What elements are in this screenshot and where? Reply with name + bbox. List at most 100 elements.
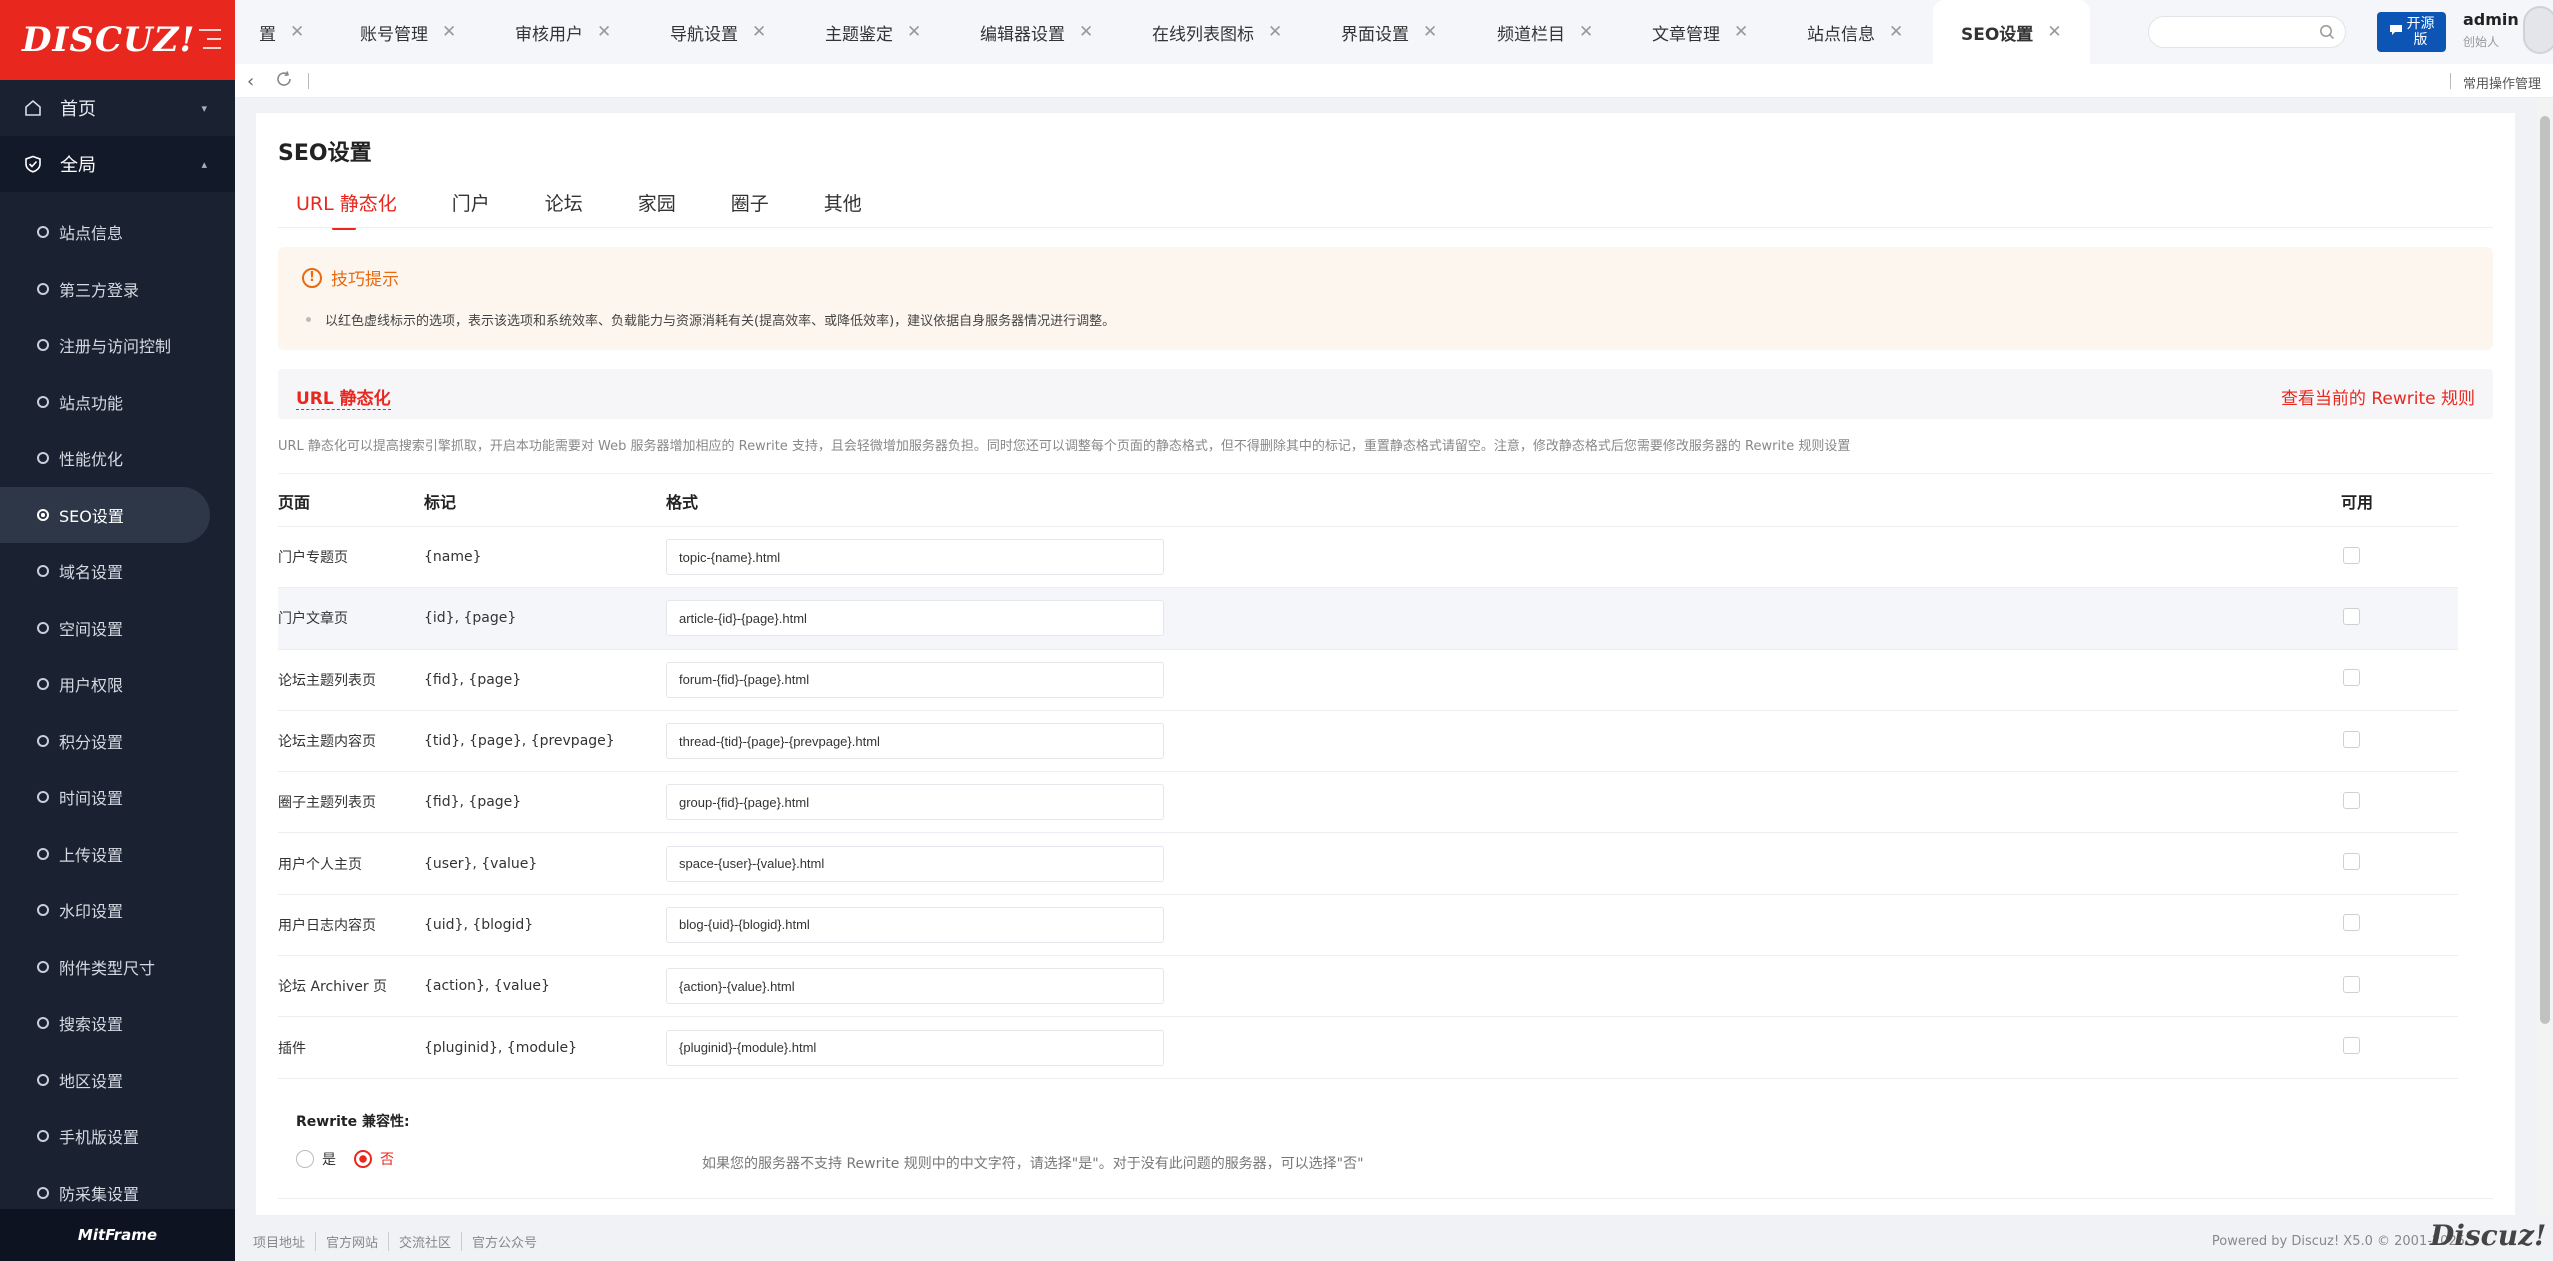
sidebar-item-search[interactable]: 搜索设置 (0, 995, 235, 1052)
subtab-other[interactable]: 其他 (824, 189, 862, 230)
enabled-checkbox[interactable] (2343, 975, 2360, 993)
sidebar-item-region[interactable]: 地区设置 (0, 1052, 235, 1109)
subtab-home[interactable]: 家园 (638, 189, 676, 230)
subtab-url-static[interactable]: URL 静态化 (296, 189, 397, 230)
open-source-button[interactable]: 开源版 (2377, 12, 2446, 52)
view-rewrite-rules-link[interactable]: 查看当前的 Rewrite 规则 (2281, 384, 2475, 409)
shortcut-management-link[interactable]: 常用操作管理 (2463, 73, 2541, 92)
close-icon[interactable]: ✕ (597, 22, 611, 42)
sidebar-item-time[interactable]: 时间设置 (0, 769, 235, 826)
row-page: 用户个人主页 (278, 856, 362, 873)
search-input[interactable] (2149, 17, 2309, 47)
menu-toggle-icon[interactable] (199, 29, 221, 49)
format-input[interactable] (666, 723, 1164, 760)
close-icon[interactable]: ✕ (1079, 22, 1093, 42)
close-icon[interactable]: ✕ (442, 22, 456, 42)
format-input[interactable] (666, 845, 1164, 882)
tab-article-management[interactable]: 文章管理 ✕ (1652, 0, 1748, 64)
footer-link-wechat[interactable]: 官方公众号 (462, 1232, 547, 1251)
format-input[interactable] (666, 906, 1164, 943)
circle-icon (37, 565, 49, 578)
enabled-checkbox[interactable] (2343, 791, 2360, 809)
chat-bubble-icon (2389, 24, 2403, 40)
sidebar-item-credits[interactable]: 积分设置 (0, 713, 235, 770)
enabled-checkbox[interactable] (2343, 546, 2360, 564)
format-input[interactable] (666, 968, 1164, 1005)
close-icon[interactable]: ✕ (1423, 22, 1437, 42)
enabled-checkbox[interactable] (2343, 853, 2360, 871)
circle-icon (37, 508, 49, 521)
tab-navigation[interactable]: 导航设置 ✕ (670, 0, 766, 64)
rewrite-no-radio[interactable] (354, 1150, 372, 1168)
sidebar-item-site-info[interactable]: 站点信息 (0, 204, 235, 261)
footer-link-project[interactable]: 项目地址 (253, 1232, 317, 1251)
format-input[interactable] (666, 784, 1164, 821)
sidebar-item-attachment-types[interactable]: 附件类型尺寸 (0, 939, 235, 996)
close-icon[interactable]: ✕ (1268, 22, 1282, 42)
sidebar-item-register-access[interactable]: 注册与访问控制 (0, 317, 235, 374)
format-input[interactable] (666, 661, 1164, 698)
tab-site-info[interactable]: 站点信息 ✕ (1807, 0, 1903, 64)
tab-review-users[interactable]: 审核用户 ✕ (515, 0, 611, 64)
close-icon[interactable]: ✕ (1889, 22, 1903, 42)
page-scrollbar[interactable] (2537, 98, 2553, 1215)
close-icon[interactable]: ✕ (907, 22, 921, 42)
sidebar-item-mobile[interactable]: 手机版设置 (0, 1108, 235, 1165)
row-mark: {user}, {value} (424, 855, 538, 872)
rewrite-yes-radio[interactable] (296, 1150, 314, 1168)
sidebar-item-home[interactable]: 首页 ▾ (0, 80, 235, 136)
footer-link-community[interactable]: 交流社区 (389, 1232, 463, 1251)
tab-partial[interactable]: 置 ✕ (259, 0, 304, 64)
format-input[interactable] (666, 1029, 1164, 1066)
refresh-icon[interactable] (275, 70, 293, 88)
chevron-down-icon: ▾ (201, 101, 207, 115)
enabled-checkbox[interactable] (2343, 730, 2360, 748)
close-icon[interactable]: ✕ (1579, 22, 1593, 42)
tip-title-text: 技巧提示 (331, 270, 399, 290)
tip-text: 以红色虚线标示的选项，表示该选项和系统效率、负载能力与资源消耗有关(提高效率、或… (306, 310, 1115, 329)
sidebar-item-global[interactable]: 全局 ▴ (0, 136, 235, 192)
enabled-checkbox[interactable] (2343, 607, 2360, 625)
rewrite-compat-label: Rewrite 兼容性: (296, 1114, 410, 1130)
sidebar-item-site-features[interactable]: 站点功能 (0, 374, 235, 431)
column-header-enabled: 可用 (2341, 492, 2374, 512)
subtab-group[interactable]: 圈子 (731, 189, 769, 230)
tab-account-management[interactable]: 账号管理 ✕ (360, 0, 456, 64)
sidebar-item-third-party-login[interactable]: 第三方登录 (0, 261, 235, 318)
row-format-cell (666, 600, 2341, 637)
enabled-checkbox[interactable] (2343, 669, 2360, 687)
rewrite-yes-label[interactable]: 是 (322, 1149, 336, 1169)
tab-online-list-icons[interactable]: 在线列表图标 ✕ (1152, 0, 1282, 64)
scrollbar-thumb[interactable] (2540, 116, 2550, 1024)
tab-editor-settings[interactable]: 编辑器设置 ✕ (980, 0, 1093, 64)
back-arrow-icon[interactable]: ‹ (247, 71, 254, 92)
close-icon[interactable]: ✕ (752, 22, 766, 42)
format-input[interactable] (666, 600, 1164, 637)
sidebar-item-domain[interactable]: 域名设置 (0, 543, 235, 600)
divider (308, 73, 309, 89)
sidebar-item-upload[interactable]: 上传设置 (0, 826, 235, 883)
rewrite-no-label[interactable]: 否 (380, 1149, 394, 1169)
user-info[interactable]: admin 创始人 (2463, 10, 2519, 50)
sidebar-item-seo[interactable]: SEO设置 (0, 486, 210, 543)
tab-interface-settings[interactable]: 界面设置 ✕ (1341, 0, 1437, 64)
close-icon[interactable]: ✕ (2047, 22, 2061, 42)
enabled-checkbox[interactable] (2343, 1037, 2360, 1055)
format-input[interactable] (666, 539, 1164, 576)
sidebar-item-performance[interactable]: 性能优化 (0, 430, 235, 487)
enabled-checkbox[interactable] (2343, 914, 2360, 932)
subtab-forum[interactable]: 论坛 (545, 189, 583, 230)
close-icon[interactable]: ✕ (1734, 22, 1748, 42)
close-icon[interactable]: ✕ (290, 22, 304, 42)
subtab-portal[interactable]: 门户 (452, 189, 490, 230)
section-header: URL 静态化 查看当前的 Rewrite 规则 (278, 369, 2493, 419)
sidebar-item-watermark[interactable]: 水印设置 (0, 882, 235, 939)
tab-channel-columns[interactable]: 频道栏目 ✕ (1497, 0, 1593, 64)
sidebar-item-user-permission[interactable]: 用户权限 (0, 656, 235, 713)
tab-thread-stamps[interactable]: 主题鉴定 ✕ (825, 0, 921, 64)
avatar[interactable] (2523, 6, 2553, 54)
tab-seo-settings[interactable]: SEO设置 ✕ (1933, 0, 2090, 64)
search-icon[interactable] (2319, 24, 2335, 40)
footer-link-official-site[interactable]: 官方网站 (316, 1232, 390, 1251)
sidebar-item-space[interactable]: 空间设置 (0, 600, 235, 657)
